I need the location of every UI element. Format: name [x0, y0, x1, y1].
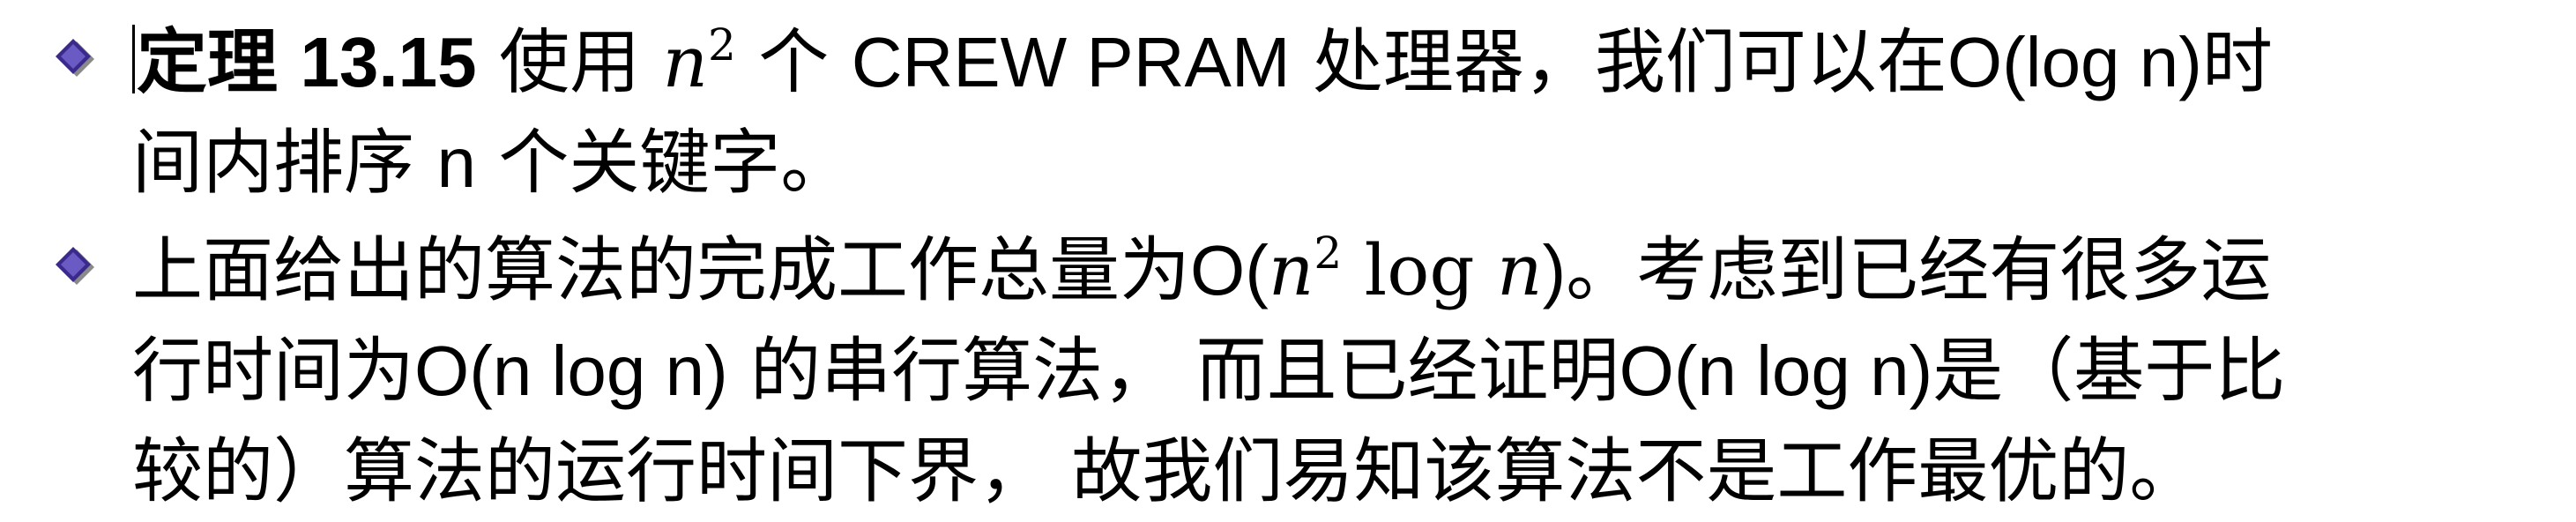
diamond-bullet-icon: [53, 245, 97, 289]
theorem-label: 定理: [137, 21, 278, 103]
math-variable: n: [1268, 229, 1314, 311]
text-run: 行时间为: [132, 330, 414, 412]
text-run: ): [1542, 231, 1567, 309]
text-run: O(log n): [1947, 23, 2202, 101]
math-variable: n: [1497, 229, 1543, 311]
bullet-text: 上面给出的算法的完成工作总量为O(n2 log n)。考虑到已经有很多运 行时间…: [132, 220, 2565, 522]
bullet-line: 行时间为O(n log n) 的串行算法， 而且已经证明O(n log n)是（…: [132, 321, 2565, 421]
text-run: 的串行算法， 而且已经证明: [727, 330, 1619, 412]
text-run: 处理器，我们可以在: [1290, 21, 1947, 103]
bullet-line: 上面给出的算法的完成工作总量为O(n2 log n)。考虑到已经有很多运: [132, 220, 2565, 321]
math-variable: n: [662, 21, 709, 103]
text-run: 个关键字。: [475, 122, 852, 204]
text-run: 时: [2201, 21, 2273, 103]
text-run: 间内排序: [132, 122, 437, 204]
text-run: 较的）算法的运行时间下界， 故我们易知该算法不是工作最优的。: [132, 430, 2200, 512]
text-run: n: [436, 123, 476, 202]
text-cursor: [132, 25, 135, 93]
text-run: 上面给出的算法的完成工作总量为: [132, 229, 1190, 311]
bullet-line: 较的）算法的运行时间下界， 故我们易知该算法不是工作最优的。: [132, 421, 2565, 522]
slide: 定理 13.15 使用 n2 个 CREW PRAM 处理器，我们可以在O(lo…: [0, 0, 2576, 520]
text-run: O(n log n): [414, 332, 728, 410]
bullet-line: 间内排序 n 个关键字。: [132, 113, 2565, 213]
text-run: 是（基于比: [1932, 330, 2286, 412]
text-run: 。考虑到已经有很多运: [1566, 229, 2272, 311]
math-exponent: 2: [708, 19, 736, 71]
bullet-line: 定理 13.15 使用 n2 个 CREW PRAM 处理器，我们可以在O(lo…: [132, 12, 2565, 113]
text-run: O(n log n): [1619, 332, 1933, 410]
theorem-number: 13.15: [300, 23, 477, 101]
text-run: 个: [735, 21, 852, 103]
math-log: log: [1342, 229, 1475, 311]
text-run: 使用: [476, 21, 663, 103]
diamond-bullet-icon: [53, 37, 97, 81]
bullet-text: 定理 13.15 使用 n2 个 CREW PRAM 处理器，我们可以在O(lo…: [132, 12, 2565, 213]
text-run: O(: [1190, 231, 1269, 309]
math-exponent: 2: [1314, 227, 1343, 279]
text-run: CREW PRAM: [851, 23, 1291, 101]
